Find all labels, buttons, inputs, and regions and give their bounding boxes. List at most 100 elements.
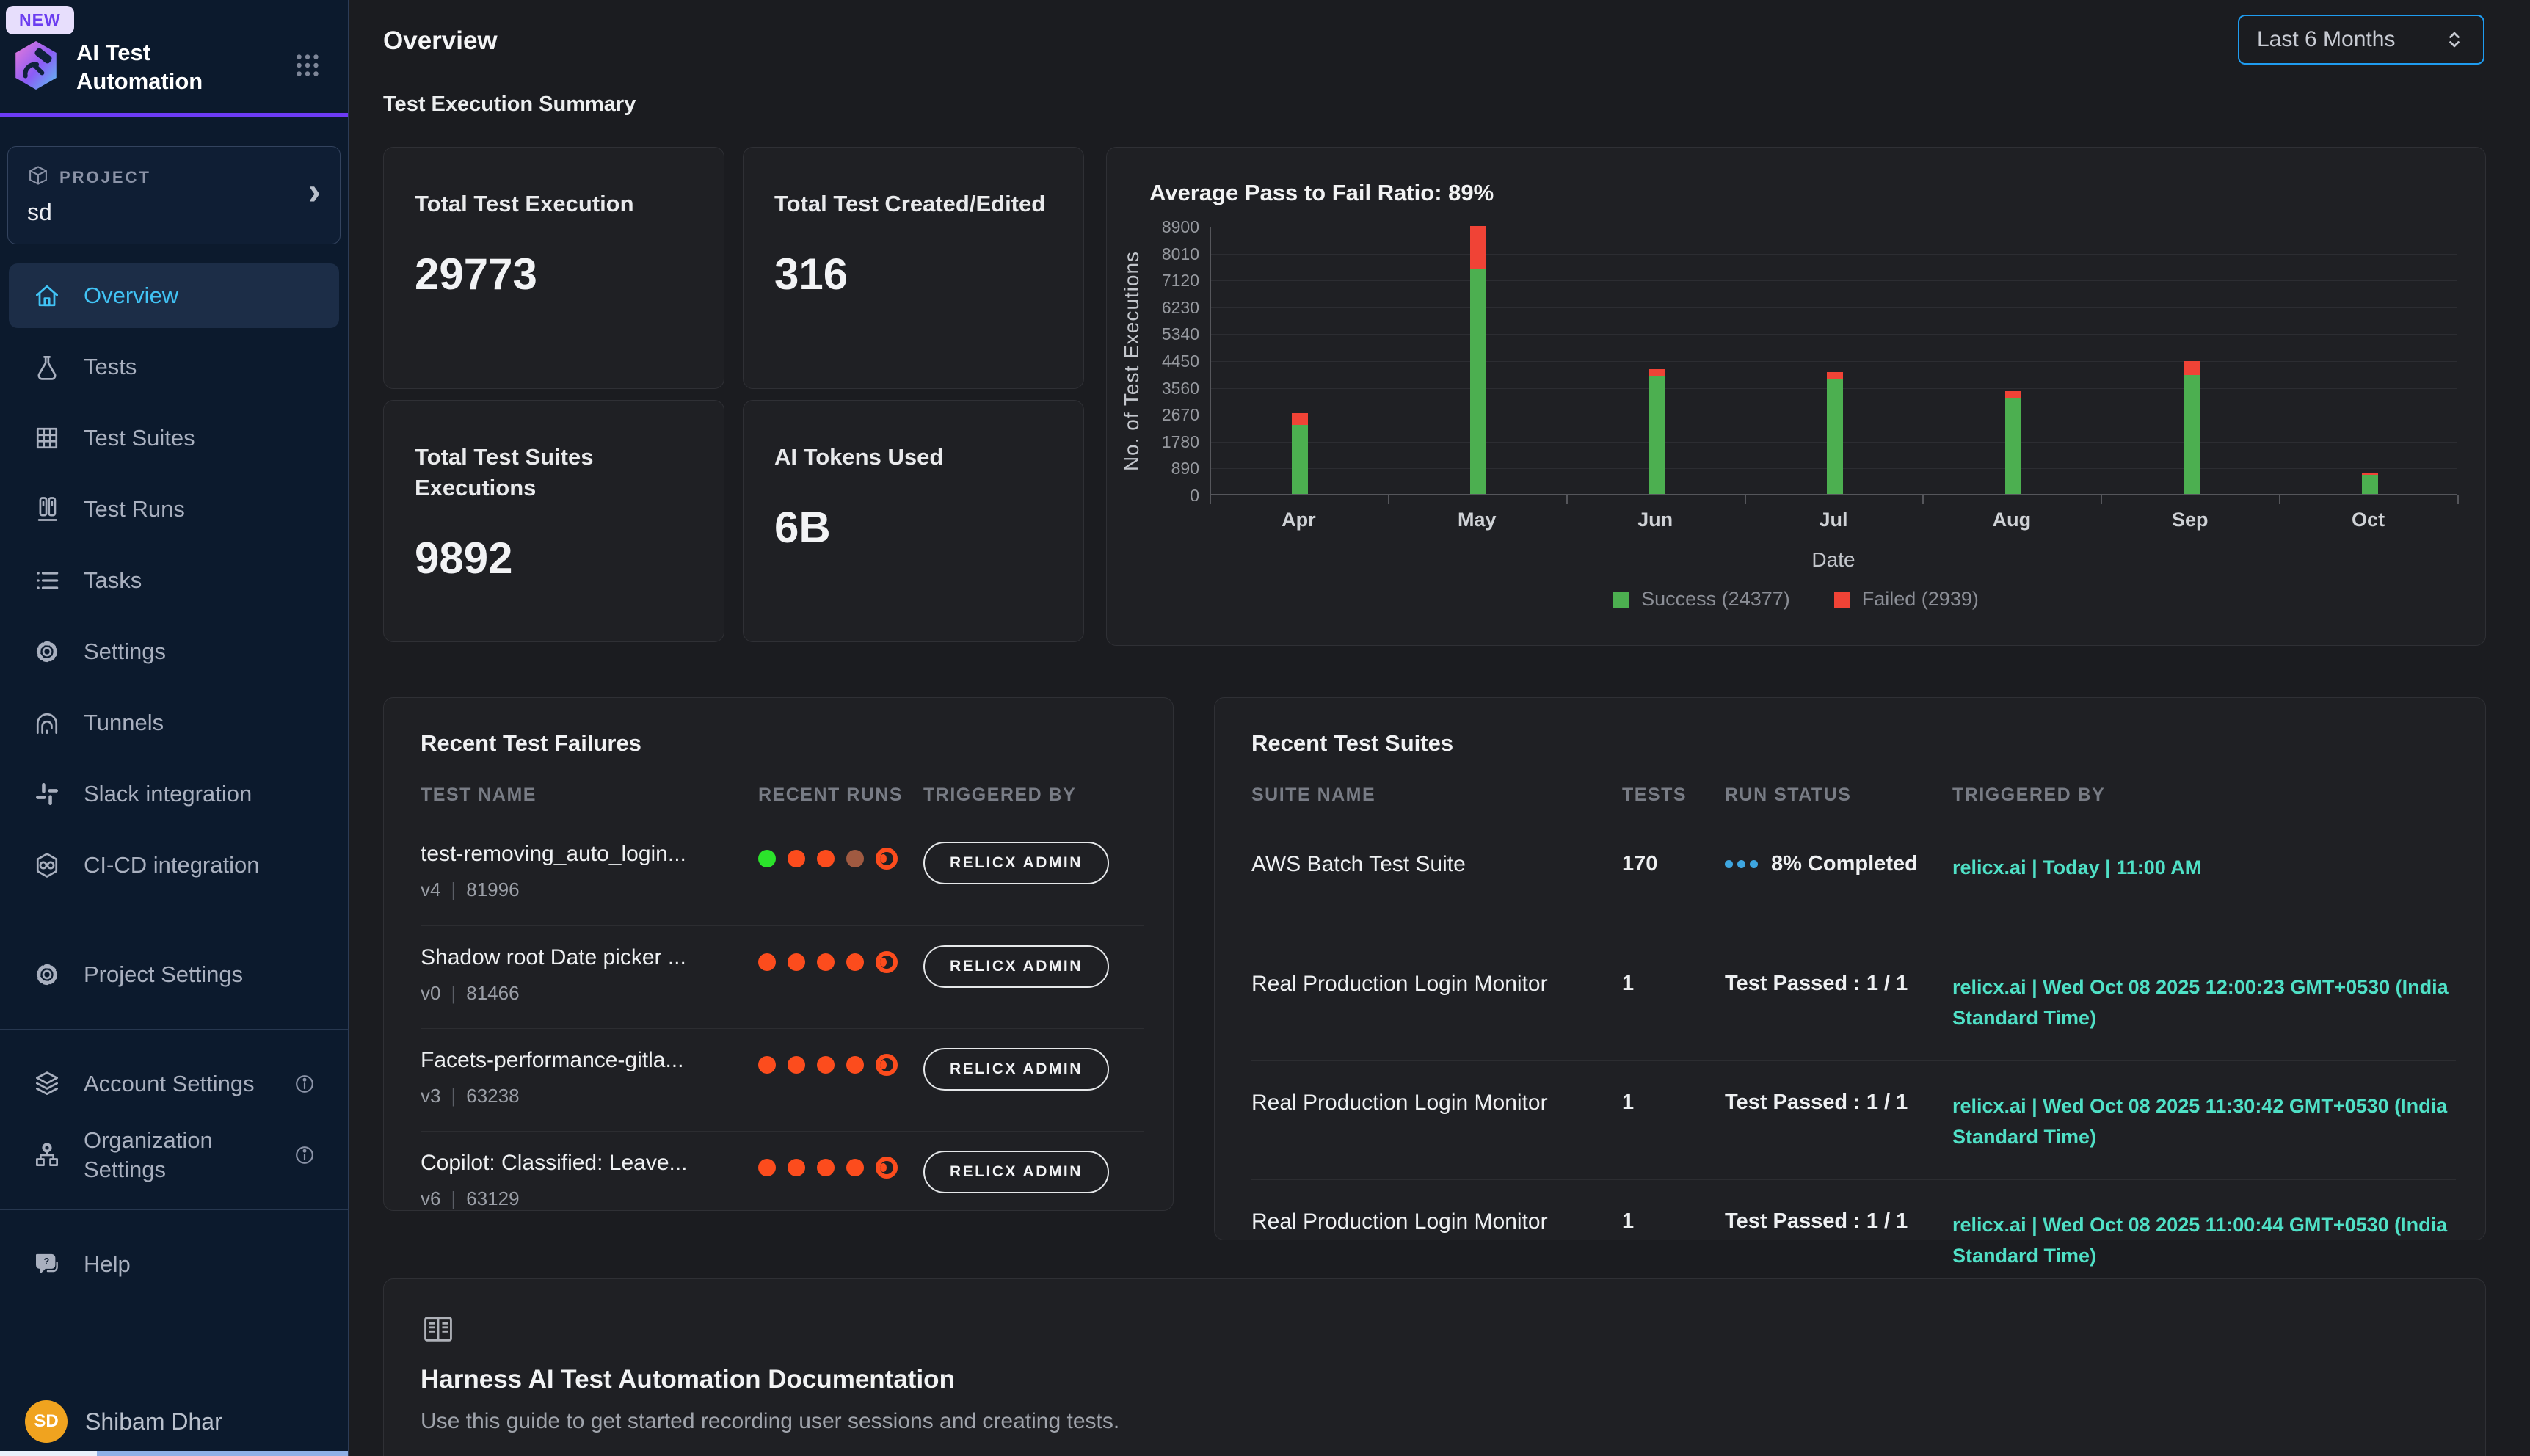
sidebar-item-label: Account Settings [84, 1071, 255, 1097]
bar-aug[interactable] [2005, 225, 2021, 494]
page-title: Overview [383, 26, 498, 56]
y-axis-tick: 8900 [1107, 217, 1199, 237]
y-axis-tick: 6230 [1107, 298, 1199, 318]
project-name: sd [27, 199, 321, 226]
test-version: v6 [421, 1187, 440, 1210]
bar-jun[interactable] [1649, 225, 1665, 494]
project-selector[interactable]: PROJECT sd › [7, 146, 341, 244]
test-name: Facets-performance-gitla... [421, 1048, 758, 1073]
failure-row[interactable]: Shadow root Date picker ... v0 | 81466 R… [421, 925, 1144, 1028]
failure-row[interactable]: Facets-performance-gitla... v3 | 63238 R… [421, 1028, 1144, 1131]
bar-oct[interactable] [2362, 225, 2378, 494]
failures-table-body: test-removing_auto_login... v4 | 81996 R… [421, 823, 1144, 1234]
go-to-docs-link[interactable]: Go to the docs → [421, 1453, 607, 1456]
stat-card-3: AI Tokens Used 6B [743, 400, 1084, 642]
x-axis-tick: Oct [2310, 509, 2427, 531]
sidebar-item-overview[interactable]: Overview [9, 263, 339, 328]
sidebar-item-organization-settings[interactable]: Organization Settings [9, 1123, 339, 1187]
stat-value: 6B [774, 502, 1053, 553]
suites-col-header: TESTS [1622, 785, 1725, 806]
sidebar-item-label: Slack integration [84, 781, 252, 807]
suite-row[interactable]: AWS Batch Test Suite 170 8% Completed re… [1251, 823, 2456, 942]
failures-title: Recent Test Failures [421, 730, 641, 757]
failed-segment [1827, 372, 1843, 379]
legend-label: Success (24377) [1641, 588, 1790, 611]
triggered-by-button[interactable]: RELICX ADMIN [923, 842, 1109, 884]
accent-divider [0, 113, 348, 117]
y-axis-tick: 1780 [1107, 432, 1199, 452]
sidebar-item-settings[interactable]: Settings [9, 619, 339, 684]
run-status-dot-icon [817, 953, 835, 971]
triggered-by-button[interactable]: RELICX ADMIN [923, 1048, 1109, 1091]
bar-may[interactable] [1470, 225, 1486, 494]
x-tick-mark [2101, 495, 2102, 504]
failure-row[interactable]: Copilot: Classified: Leave... v6 | 63129… [421, 1131, 1144, 1234]
suite-row[interactable]: Real Production Login Monitor 1 Test Pas… [1251, 942, 2456, 1060]
sidebar-item-label: Test Suites [84, 425, 195, 451]
date-range-select[interactable]: Last 6 Months [2238, 15, 2484, 65]
run-status-ring-icon [876, 951, 898, 973]
failed-segment [1649, 369, 1665, 377]
y-axis-tick: 5340 [1107, 324, 1199, 344]
suite-triggered-by[interactable]: relicx.ai | Wed Oct 08 2025 11:30:42 GMT… [1952, 1091, 2456, 1152]
recent-test-failures-card: Recent Test Failures TEST NAMERECENT RUN… [383, 697, 1174, 1211]
info-icon[interactable] [292, 1143, 317, 1168]
run-status-text: Test Passed : 1 / 1 [1725, 1091, 1908, 1115]
failures-col-header: TEST NAME [421, 785, 758, 806]
test-name: Shadow root Date picker ... [421, 945, 758, 970]
sidebar-item-tests[interactable]: Tests [9, 335, 339, 399]
chevron-right-icon: › [308, 170, 321, 214]
bar-jul[interactable] [1827, 225, 1843, 494]
settings-icon [31, 637, 63, 666]
stat-label: AI Tokens Used [774, 442, 1053, 473]
test-run-id: 81996 [466, 878, 519, 901]
legend-item-success: Success (24377) [1613, 588, 1790, 611]
sidebar-item-test-suites[interactable]: Test Suites [9, 406, 339, 470]
suite-triggered-by[interactable]: relicx.ai | Today | 11:00 AM [1952, 852, 2456, 883]
failure-row[interactable]: test-removing_auto_login... v4 | 81996 R… [421, 823, 1144, 925]
module-grid-icon[interactable] [292, 50, 323, 84]
sidebar-item-slack-integration[interactable]: Slack integration [9, 762, 339, 826]
sidebar: NEW AI Test Automation [0, 0, 349, 1456]
svg-text:?: ? [43, 1256, 49, 1267]
sidebar-item-project-settings[interactable]: Project Settings [9, 942, 339, 1007]
suite-row[interactable]: Real Production Login Monitor 1 Test Pas… [1251, 1060, 2456, 1179]
suites-title: Recent Test Suites [1251, 730, 1453, 757]
y-axis-tick: 7120 [1107, 271, 1199, 291]
suite-run-status: Test Passed : 1 / 1 [1725, 1091, 1952, 1115]
sidebar-item-tunnels[interactable]: Tunnels [9, 691, 339, 755]
documentation-description: Use this guide to get started recording … [421, 1409, 2449, 1434]
sidebar-item-account-settings[interactable]: Account Settings [9, 1052, 339, 1116]
y-axis-tick: 3560 [1107, 379, 1199, 398]
user-menu[interactable]: SD Shibam Dhar [0, 1400, 222, 1443]
suite-tests-count: 1 [1622, 972, 1725, 996]
legend-swatch [1834, 592, 1850, 608]
slack-integration-icon [31, 779, 63, 809]
triggered-by-button[interactable]: RELICX ADMIN [923, 945, 1109, 988]
x-axis-tick: Sep [2131, 509, 2249, 531]
sidebar-item-help[interactable]: ? Help [9, 1232, 339, 1297]
triggered-by-button[interactable]: RELICX ADMIN [923, 1151, 1109, 1193]
topbar: Overview Last 6 Months [351, 0, 2530, 79]
run-status-dot-icon [846, 953, 864, 971]
test-version: v0 [421, 982, 440, 1005]
stat-value: 9892 [415, 533, 693, 583]
documentation-icon [421, 1337, 456, 1350]
bar-sep[interactable] [2184, 225, 2200, 494]
chevron-updown-icon [2443, 27, 2465, 52]
x-axis-tick: Jul [1775, 509, 1892, 531]
sidebar-horizontal-scrollbar[interactable] [0, 1451, 348, 1456]
run-status-dot-icon [758, 953, 776, 971]
run-status-dot-icon [846, 850, 864, 867]
x-axis-tick: Jun [1596, 509, 1714, 531]
sidebar-item-test-runs[interactable]: Test Runs [9, 477, 339, 542]
sidebar-item-ci-cd-integration[interactable]: CI-CD integration [9, 833, 339, 898]
sidebar-item-tasks[interactable]: Tasks [9, 548, 339, 613]
bar-apr[interactable] [1292, 225, 1308, 494]
suite-triggered-by[interactable]: relicx.ai | Wed Oct 08 2025 12:00:23 GMT… [1952, 972, 2456, 1033]
sidebar-item-label: Overview [84, 283, 178, 309]
run-status-text: Test Passed : 1 / 1 [1725, 1209, 1908, 1234]
suite-triggered-by[interactable]: relicx.ai | Wed Oct 08 2025 11:00:44 GMT… [1952, 1209, 2456, 1271]
success-segment [2184, 375, 2200, 494]
info-icon[interactable] [292, 1071, 317, 1096]
